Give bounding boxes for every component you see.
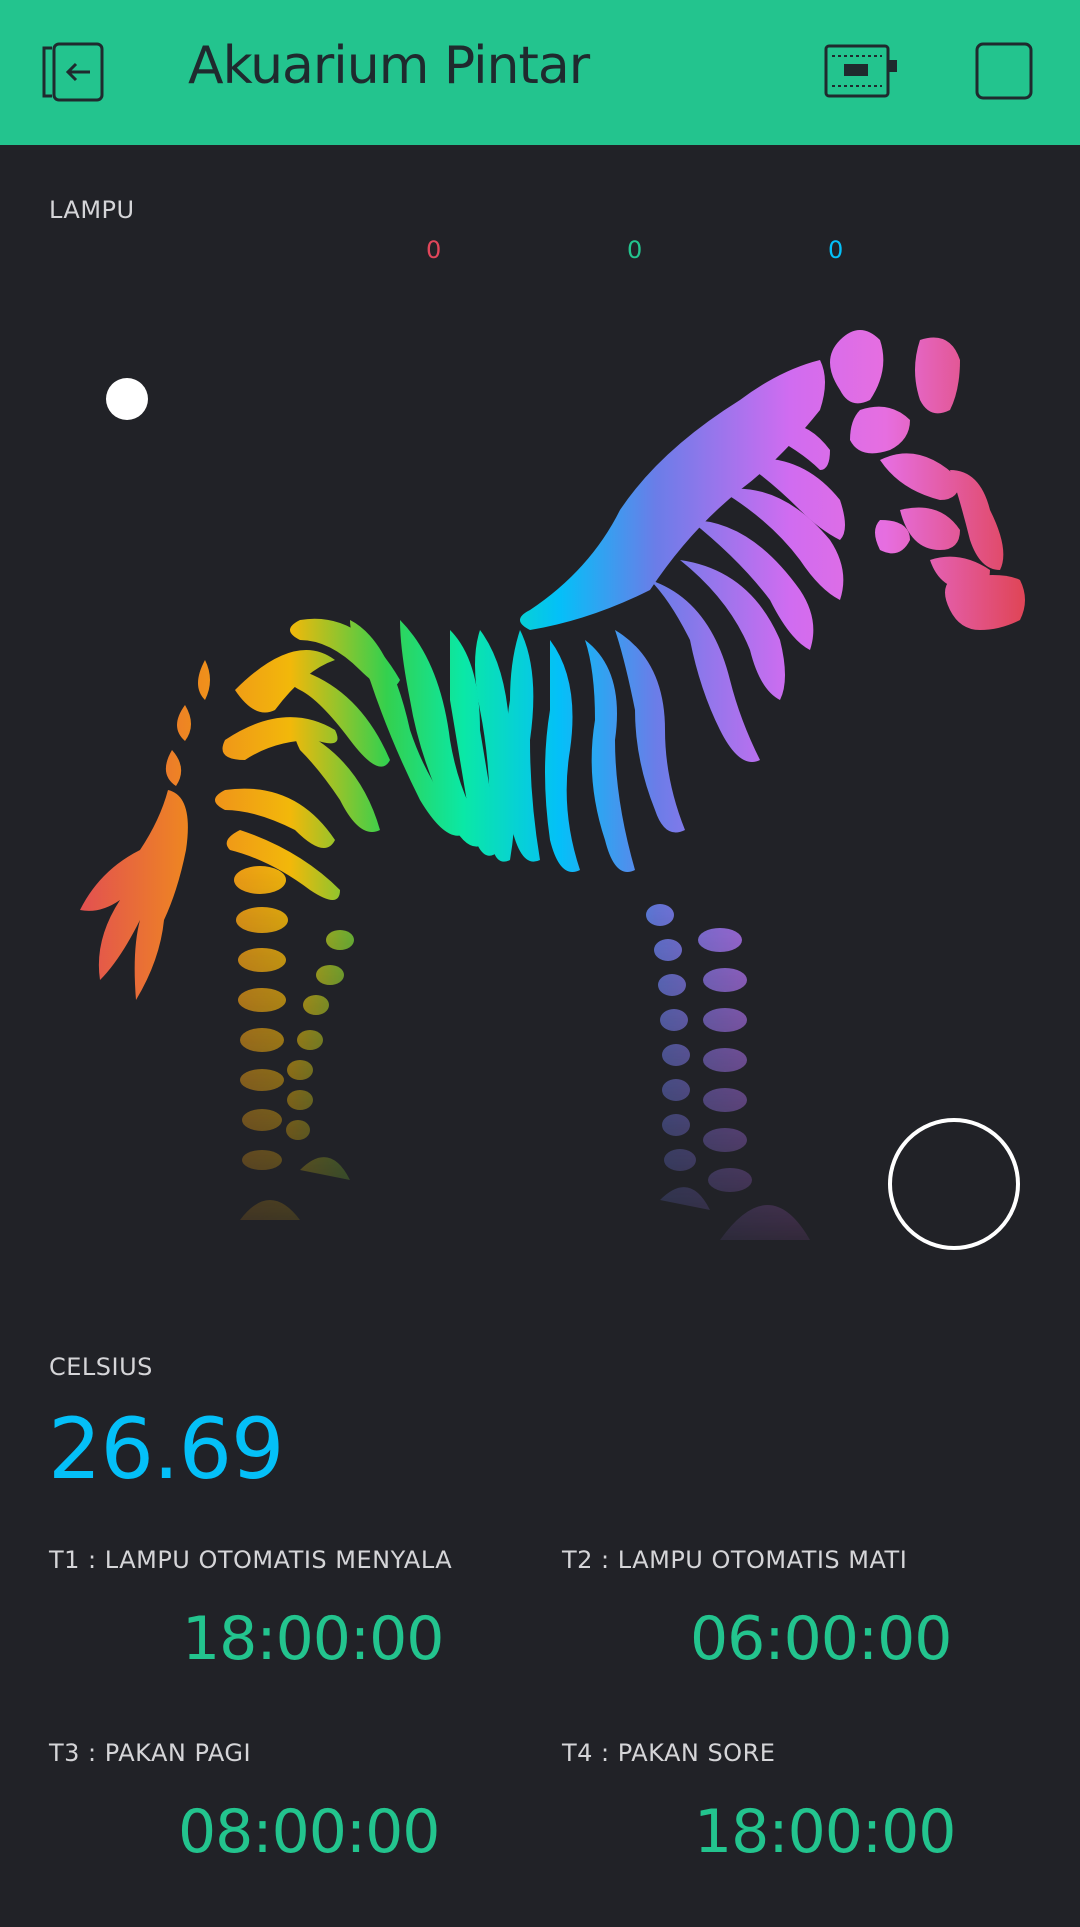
- timer-2-label: T2 : LAMPU OTOMATIS MATI: [562, 1546, 908, 1574]
- timer-1-value[interactable]: 18:00:00: [182, 1604, 444, 1674]
- play-button[interactable]: [972, 40, 1036, 104]
- blue-value: 0: [828, 236, 844, 264]
- zebra-color-wheel-icon: [80, 330, 1025, 1240]
- device-status-button[interactable]: [820, 40, 900, 104]
- timer-1-label: T1 : LAMPU OTOMATIS MENYALA: [49, 1546, 453, 1574]
- timer-2-value[interactable]: 06:00:00: [690, 1604, 952, 1674]
- selected-color-preview[interactable]: [888, 1118, 1020, 1250]
- exit-icon: [42, 42, 104, 102]
- green-value: 0: [627, 236, 643, 264]
- back-button[interactable]: [40, 40, 110, 104]
- red-value: 0: [426, 236, 442, 264]
- celsius-value: 26.69: [48, 1400, 284, 1498]
- app-title: Akuarium Pintar: [188, 36, 590, 96]
- device-status-icon: [824, 44, 897, 98]
- play-stop-icon: [975, 42, 1033, 100]
- timer-3-label: T3 : PAKAN PAGI: [49, 1739, 252, 1767]
- celsius-label: CELSIUS: [49, 1353, 153, 1381]
- zebra-color-picker[interactable]: [40, 280, 1030, 1260]
- timer-4-value[interactable]: 18:00:00: [694, 1797, 956, 1867]
- app-header: Akuarium Pintar: [0, 0, 1080, 145]
- lampu-label: LAMPU: [49, 196, 135, 224]
- timer-3-value[interactable]: 08:00:00: [178, 1797, 440, 1867]
- timer-4-label: T4 : PAKAN SORE: [562, 1739, 776, 1767]
- color-picker-handle[interactable]: [106, 378, 148, 420]
